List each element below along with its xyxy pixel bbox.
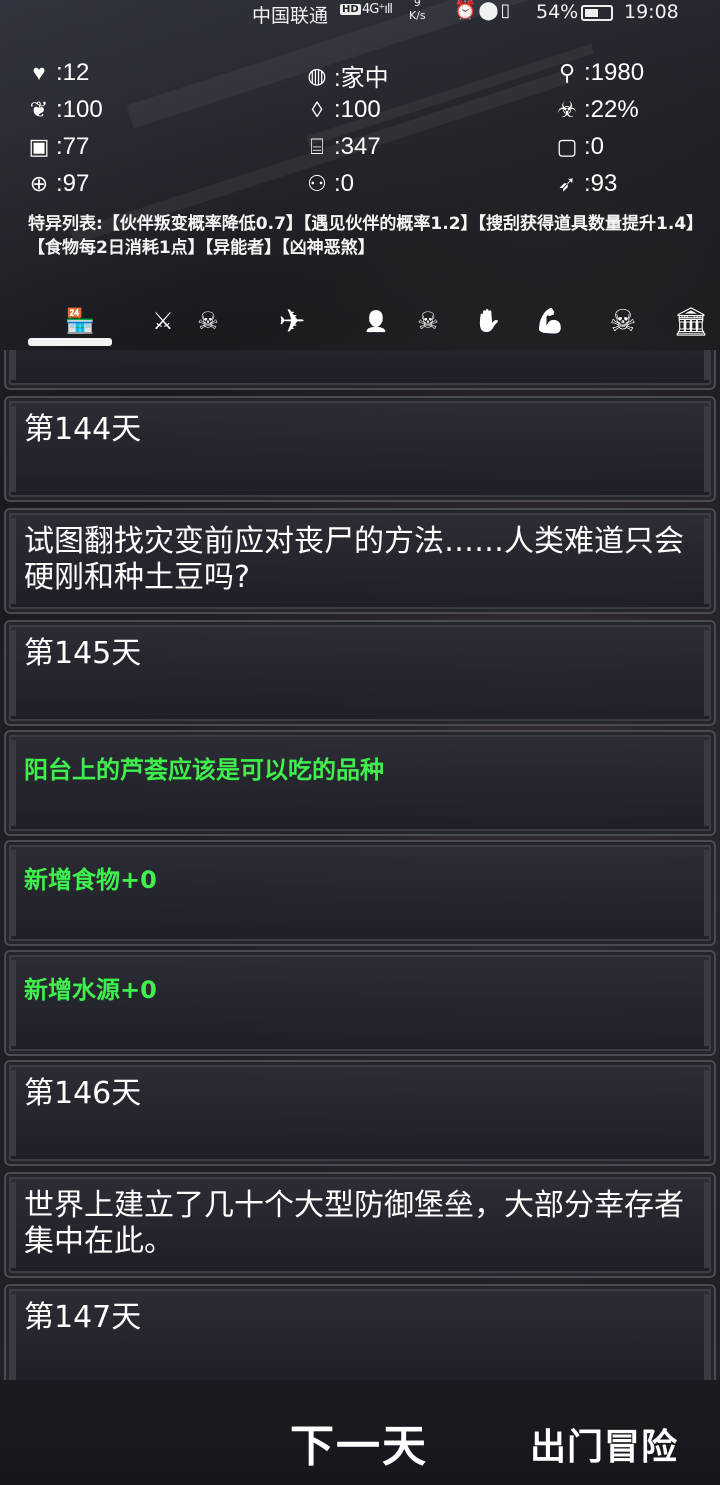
go-adventure-button[interactable]: 出门冒险 (530, 1418, 678, 1470)
stat-companions: ⚇ :0 (302, 169, 354, 199)
stat-location-value: :家中 (334, 65, 389, 92)
tab-skull-2[interactable]: ☠ (408, 296, 448, 346)
alarm-location-vibrate-icons: ⏰⬤▯ (454, 0, 513, 21)
next-day-button[interactable]: 下一天 (290, 1410, 428, 1474)
status-bar: 中国联通 HD 4G⁺ıll 9 K/s ⏰⬤▯ 54% 19:08 (0, 0, 720, 27)
list-item: 新增食物+0 (4, 840, 716, 946)
tab-strength[interactable]: 💪 (526, 296, 574, 346)
tab-skull-3[interactable]: ☠ (600, 296, 646, 346)
battery-icon (581, 5, 613, 21)
weapons-icon: ⚔ (152, 307, 174, 335)
stat-hunger: ❦ :100 (24, 95, 103, 125)
stat-year-value: :1980 (584, 59, 645, 86)
stat-companions-value: :0 (334, 170, 355, 197)
tab-bank[interactable]: 🏛 (666, 296, 716, 346)
biohazard-icon: ☣ (557, 97, 577, 122)
stat-hunger-value: :100 (56, 96, 103, 123)
list-item: 第146天 (4, 1060, 716, 1166)
skull-icon: ☠ (197, 307, 219, 335)
stat-accuracy-value: :97 (56, 170, 90, 197)
signal-icon: 4G⁺ıll (362, 2, 393, 17)
carrier-label: 中国联通 (252, 5, 329, 27)
add-person-icon: 👤 (363, 309, 389, 333)
bank-icon: 🏛 (673, 304, 709, 338)
jar-icon: ▢ (556, 134, 578, 159)
active-tab-indicator (28, 338, 112, 346)
stat-thirst-value: :100 (334, 96, 381, 123)
stat-material-value: :0 (584, 133, 605, 160)
list-item: 第147天 (4, 1284, 716, 1380)
traits-list: 特异列表:【伙伴叛变概率降低0.7】【遇见伙伴的概率1.2】【搜刮获得道具数量提… (28, 214, 695, 258)
list-item: 阳台上的芦荟应该是可以吃的品种 (4, 730, 716, 836)
hands-icon: ✋ (474, 308, 502, 334)
tab-skills[interactable]: ✋ (468, 296, 508, 346)
stat-year: ⚲ :1980 (552, 58, 644, 88)
stat-food: ▣ :77 (24, 132, 90, 162)
people-icon: ⚇ (307, 171, 327, 196)
stat-infection-value: :22% (584, 96, 639, 123)
list-item: 试图翻找灾变前应对丧尸的方法……人类难道只会硬刚和种土豆吗? (4, 508, 716, 614)
hd-icon: HD (340, 4, 361, 15)
stat-accuracy: ⊕ :97 (24, 169, 90, 199)
log-text: 新增食物+0 (24, 866, 157, 894)
clock: 19:08 (624, 1, 679, 23)
stat-agility-value: :93 (584, 170, 618, 197)
skull-icon: ☠ (417, 307, 439, 335)
tab-bar: 🏪 ⚔ ☠ ✈ 👤 ☠ ✋ 💪 ☠ 🏛 (0, 296, 720, 350)
tab-weapons[interactable]: ⚔ (138, 296, 188, 346)
food-icon: ▣ (28, 134, 50, 159)
airplane-icon: ✈ (278, 302, 306, 340)
list-item: 世界上建立了几十个大型防御堡垒，大部分幸存者集中在此。 (4, 1172, 716, 1278)
log-text: 试图翻找灾变前应对丧尸的方法……人类难道只会硬刚和种土豆吗? (24, 524, 684, 595)
tab-skull-1[interactable]: ☠ (188, 296, 228, 346)
stat-thirst: ◊ :100 (302, 95, 381, 125)
log-text: 第144天 (24, 412, 142, 447)
skull-icon: ☠ (609, 303, 637, 339)
crosshair-icon: ⊕ (29, 171, 49, 196)
stat-health-value: :12 (56, 59, 90, 86)
stat-infection: ☣ :22% (552, 95, 639, 125)
list-item: 新增水源+0 (4, 950, 716, 1056)
stat-water: ⌸ :347 (302, 132, 381, 162)
list-item (4, 350, 716, 390)
stomach-icon: ❦ (29, 97, 49, 122)
muscle-icon: 💪 (535, 307, 565, 335)
stat-location: ◍ :家中 (302, 58, 389, 93)
bottom-bar: 下一天 出门冒险 (0, 1380, 720, 1485)
log-text: 新增水源+0 (24, 976, 157, 1004)
globe-icon: ◍ (307, 62, 327, 88)
stat-material: ▢ :0 (552, 132, 604, 162)
stat-food-value: :77 (56, 133, 90, 160)
battery-percent: 54% (536, 1, 579, 23)
log-text: 世界上建立了几十个大型防御堡垒，大部分幸存者集中在此。 (24, 1188, 684, 1259)
stat-agility: ➶ :93 (552, 169, 618, 199)
log-text: 第145天 (24, 636, 142, 671)
tab-recruit[interactable]: 👤 (356, 296, 396, 346)
list-item: 第144天 (4, 396, 716, 502)
bottle-icon: ⌸ (310, 134, 324, 159)
event-log[interactable]: 第144天 试图翻找灾变前应对丧尸的方法……人类难道只会硬刚和种土豆吗? 第14… (0, 350, 720, 1380)
tab-travel[interactable]: ✈ (266, 296, 318, 346)
stat-water-value: :347 (334, 133, 381, 160)
log-text: 第146天 (24, 1076, 142, 1111)
runner-icon: ➶ (557, 171, 577, 196)
drop-icon: ◊ (311, 97, 323, 122)
log-text: 阳台上的芦荟应该是可以吃的品种 (24, 756, 384, 784)
list-item: 第145天 (4, 620, 716, 726)
shop-icon: 🏪 (65, 307, 95, 335)
heartbeat-icon: ♥ (32, 60, 46, 85)
log-text: 第147天 (24, 1300, 142, 1335)
pin-icon: ⚲ (558, 60, 576, 85)
network-speed: 9 K/s (409, 0, 426, 22)
stat-health: ♥ :12 (24, 58, 89, 88)
